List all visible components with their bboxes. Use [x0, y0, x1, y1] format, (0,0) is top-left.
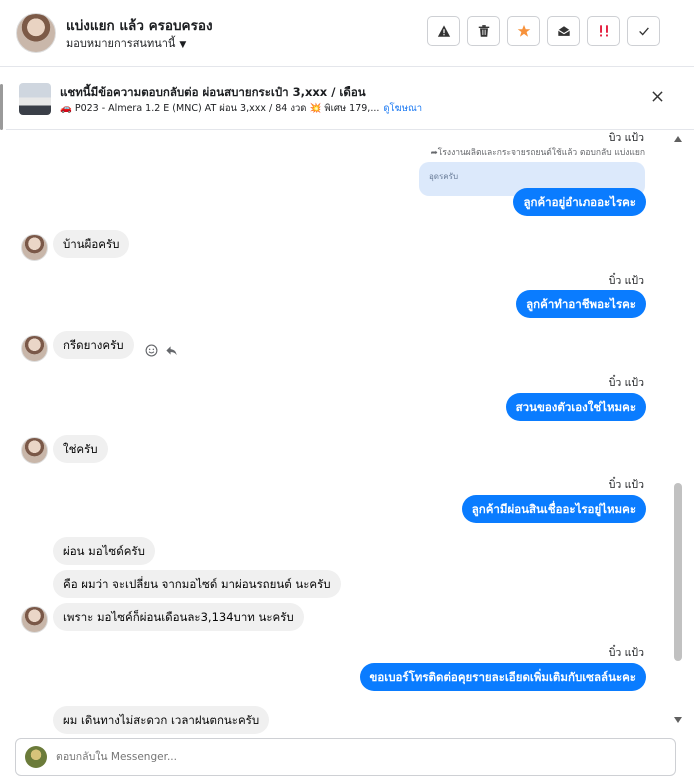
- ad-description: 🚗 P023 - Almera 1.2 E (MNC) AT ผ่อน 3,xx…: [60, 103, 380, 114]
- contact-avatar-small: [21, 234, 48, 261]
- done-icon: [638, 27, 649, 36]
- report-button[interactable]: [427, 16, 460, 46]
- incoming-message[interactable]: ใช่ครับ: [53, 435, 108, 463]
- outgoing-message[interactable]: ลูกค้ามีผ่อนสินเชื่ออะไรอยู่ไหมคะ: [461, 495, 646, 523]
- mark-unread-icon: [557, 26, 570, 36]
- close-banner-button[interactable]: [648, 87, 666, 105]
- contact-avatar-small: [21, 335, 48, 362]
- incoming-message[interactable]: ผ่อน มอไซด์ครับ: [53, 537, 155, 565]
- reply-composer: [15, 738, 676, 776]
- mark-done-button[interactable]: [627, 16, 660, 46]
- warning-icon: [437, 25, 450, 37]
- ad-subtitle: 🚗 P023 - Almera 1.2 E (MNC) AT ผ่อน 3,xx…: [60, 101, 422, 116]
- scrollbar-thumb[interactable]: [674, 483, 682, 661]
- star-button[interactable]: [507, 16, 540, 46]
- incoming-message[interactable]: เพราะ มอไซค์ก็ผ่อนเดือนละ3,134บาท นะครับ: [53, 603, 304, 631]
- view-ad-link[interactable]: ดูโฆษณา: [383, 103, 422, 114]
- outgoing-message[interactable]: ลูกค้าทำอาชีพอะไรคะ: [516, 290, 646, 318]
- star-icon: [517, 24, 530, 37]
- sender-name: บิ๋ว แป้ว: [608, 647, 644, 659]
- outgoing-message[interactable]: สวนของตัวเองใช่ไหมคะ: [505, 393, 646, 421]
- panel-edge-marker: [0, 84, 3, 130]
- contact-avatar-small: [21, 437, 48, 464]
- sender-name: บิ๋ว แป้ว: [608, 275, 644, 287]
- contact-avatar[interactable]: [16, 13, 56, 53]
- delete-button[interactable]: [467, 16, 500, 46]
- scroll-up-icon[interactable]: [674, 136, 682, 142]
- incoming-message[interactable]: บ้านผือครับ: [53, 230, 130, 258]
- assign-conversation-dropdown[interactable]: มอบหมายการสนทนานี้ ▼: [66, 34, 186, 52]
- react-emoji-icon[interactable]: [144, 343, 158, 357]
- message-actions: [144, 343, 178, 357]
- sender-name: บิว แป้ว: [608, 132, 644, 144]
- ad-reply-banner: แชทนี้มีข้อความตอบกลับต่อ ผ่อนสบายกระเป๋…: [6, 67, 694, 130]
- mark-unread-button[interactable]: [547, 16, 580, 46]
- outgoing-message[interactable]: ขอเบอร์โทรติดต่อคุยรายละเอียดเพิ่มเติมกั…: [359, 663, 646, 691]
- close-icon: [651, 90, 663, 102]
- contact-avatar-small: [21, 606, 48, 633]
- spam-icon: [599, 25, 608, 37]
- reply-context-text: โรงงานผลิตและกระจายรถยนต์ใช้แล้ว ตอบกลับ…: [437, 148, 645, 158]
- ad-thumbnail[interactable]: [19, 83, 51, 115]
- scroll-down-icon[interactable]: [674, 717, 682, 723]
- incoming-message[interactable]: กรีดยางครับ: [53, 331, 134, 359]
- ad-title: แชทนี้มีข้อความตอบกลับต่อ ผ่อนสบายกระเป๋…: [60, 85, 366, 99]
- reply-icon[interactable]: [164, 343, 178, 357]
- caret-down-icon: ▼: [179, 40, 187, 50]
- assign-label: มอบหมายการสนทนานี้: [66, 37, 176, 50]
- incoming-message[interactable]: คือ ผมว่า จะเปลี่ยน จากมอไซด์ มาผ่อนรถยน…: [53, 570, 341, 598]
- sender-name: บิ๋ว แป้ว: [608, 479, 644, 491]
- page-avatar: [25, 746, 47, 768]
- conversation-header: แบ่งแยก แล้ว ครอบครอง มอบหมายการสนทนานี้…: [0, 0, 694, 67]
- trash-icon: [478, 25, 489, 37]
- sender-name: บิ๋ว แป้ว: [608, 377, 644, 389]
- contact-name[interactable]: แบ่งแยก แล้ว ครอบครอง: [66, 14, 213, 36]
- incoming-message[interactable]: ผม เดินทางไม่สะดวก เวลาฝนตกนะครับ: [53, 706, 270, 734]
- quoted-text: อุดรครับ: [429, 172, 459, 181]
- outgoing-message[interactable]: ลูกค้าอยู่อำเภออะไรคะ: [513, 188, 646, 216]
- reply-input[interactable]: [54, 739, 658, 775]
- spam-button[interactable]: [587, 16, 620, 46]
- reply-context-note: ➦โรงงานผลิตและกระจายรถยนต์ใช้แล้ว ตอบกลั…: [431, 145, 645, 159]
- reply-arrow-icon: ➦: [430, 148, 438, 158]
